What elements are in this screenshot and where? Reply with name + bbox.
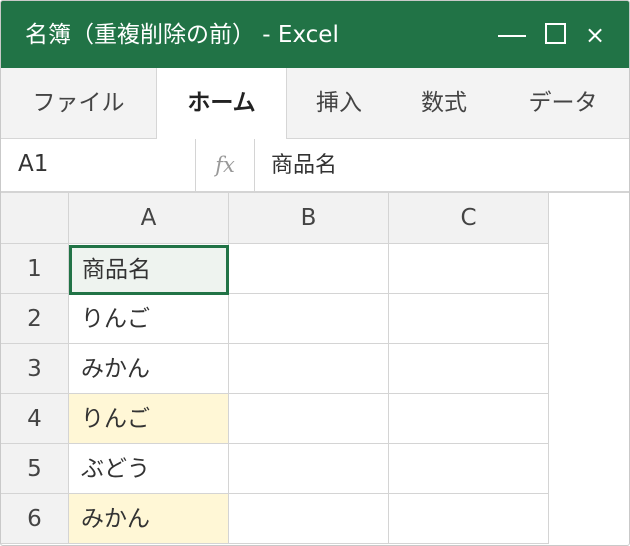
cell-b2[interactable] [229,294,389,344]
cell-b4[interactable] [229,394,389,444]
row-header-6[interactable]: 6 [1,494,69,544]
row-header-1[interactable]: 1 [1,244,69,294]
close-button[interactable]: × [583,19,607,51]
active-cell-value: 商品名 [82,257,151,283]
row-header-2[interactable]: 2 [1,294,69,344]
cell-b1[interactable] [229,244,389,294]
tab-insert[interactable]: 挿入 [287,68,391,138]
row-header-4[interactable]: 4 [1,394,69,444]
minimize-icon [498,35,526,37]
cell-b3[interactable] [229,344,389,394]
row-header-5[interactable]: 5 [1,444,69,494]
window-title: 名簿（重複削除の前） - Excel [25,22,339,48]
name-box-value: A1 [18,151,49,177]
maximize-button[interactable] [541,19,573,51]
title-bar: 名簿（重複削除の前） - Excel × [1,1,629,68]
name-box[interactable]: A1 [1,139,196,191]
maximize-icon [545,23,566,44]
cell-c1[interactable] [389,244,549,294]
cell-a3[interactable]: みかん [69,344,229,394]
ribbon-tabs: ファイル ホーム 挿入 数式 データ [1,68,629,139]
cell-a2[interactable]: りんご [69,294,229,344]
close-icon: × [584,21,606,49]
cell-c4[interactable] [389,394,549,444]
cell-c3[interactable] [389,344,549,394]
cell-a5[interactable]: ぶどう [69,444,229,494]
cell-b6[interactable] [229,494,389,544]
cell-c5[interactable] [389,444,549,494]
tab-data[interactable]: データ [497,68,629,138]
fx-icon[interactable]: fx [196,139,255,191]
cell-c2[interactable] [389,294,549,344]
tab-home[interactable]: ホーム [156,68,287,139]
formula-content: 商品名 [271,153,338,178]
column-header-a[interactable]: A [69,193,229,244]
column-header-c[interactable]: C [389,193,549,244]
formula-bar: A1 fx 商品名 [1,139,629,193]
row-header-3[interactable]: 3 [1,344,69,394]
cell-a4-duplicate[interactable]: りんご [69,394,229,444]
excel-window: 名簿（重複削除の前） - Excel × ファイル ホーム 挿入 数式 データ … [0,0,630,546]
cell-c6[interactable] [389,494,549,544]
minimize-button[interactable] [495,19,529,51]
select-all-corner[interactable] [1,193,69,244]
cell-b5[interactable] [229,444,389,494]
active-cell-a1[interactable]: 商品名 [69,245,229,295]
formula-input[interactable]: 商品名 [255,139,625,191]
tab-formulas[interactable]: 数式 [391,68,497,138]
column-header-b[interactable]: B [229,193,389,244]
cell-a6-duplicate[interactable]: みかん [69,494,229,544]
tab-file[interactable]: ファイル [1,68,156,138]
